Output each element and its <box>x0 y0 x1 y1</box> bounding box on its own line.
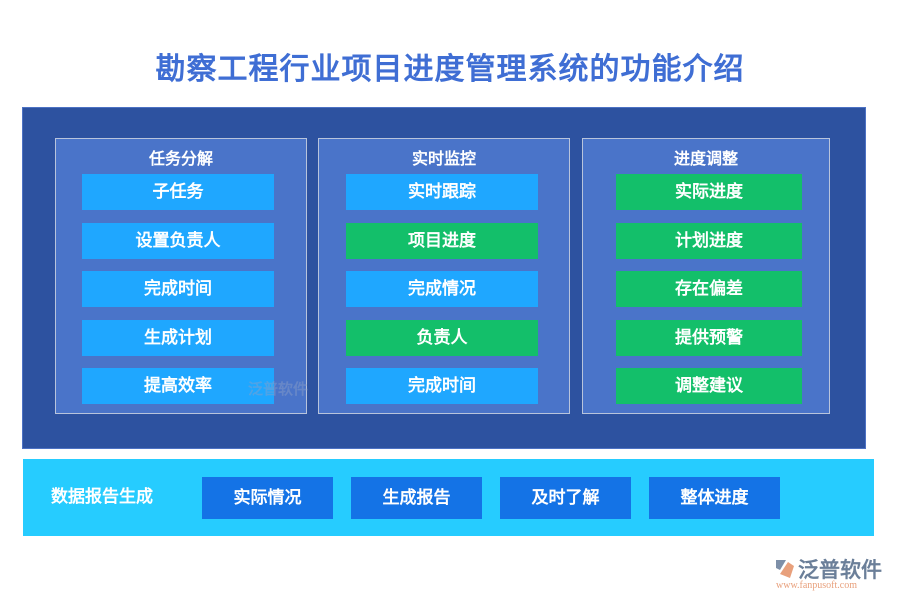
report-button-timely[interactable]: 及时了解 <box>500 477 631 519</box>
report-label: 数据报告生成 <box>51 487 153 507</box>
column-2: 实时监控实时跟踪项目进度完成情况负责人完成时间 <box>318 138 570 414</box>
report-band: 数据报告生成 实际情况 生成报告 及时了解 整体进度 <box>23 459 874 536</box>
column-1: 任务分解子任务设置负责人完成时间生成计划提高效率 <box>55 138 307 414</box>
function-item[interactable]: 存在偏差 <box>616 271 802 307</box>
column-title: 任务分解 <box>148 149 213 168</box>
logo-mark-icon <box>776 560 794 578</box>
function-item[interactable]: 完成情况 <box>346 271 538 307</box>
function-item[interactable]: 项目进度 <box>346 223 538 259</box>
function-item[interactable]: 提高效率 <box>82 368 274 404</box>
report-button-generate[interactable]: 生成报告 <box>351 477 482 519</box>
report-button-actual[interactable]: 实际情况 <box>202 477 333 519</box>
function-item[interactable]: 调整建议 <box>616 368 802 404</box>
column-3: 进度调整实际进度计划进度存在偏差提供预警调整建议 <box>582 138 830 414</box>
function-item[interactable]: 子任务 <box>82 174 274 210</box>
page-title: 勘察工程行业项目进度管理系统的功能介绍 <box>155 52 745 87</box>
report-button-overall[interactable]: 整体进度 <box>649 477 780 519</box>
column-title: 实时监控 <box>411 149 476 168</box>
function-item[interactable]: 设置负责人 <box>82 223 274 259</box>
function-item[interactable]: 实际进度 <box>616 174 802 210</box>
function-item[interactable]: 实时跟踪 <box>346 174 538 210</box>
function-item[interactable]: 生成计划 <box>82 320 274 356</box>
function-item[interactable]: 完成时间 <box>82 271 274 307</box>
logo-url: www.fanpusoft.com <box>776 580 858 591</box>
function-item[interactable]: 提供预警 <box>616 320 802 356</box>
watermark: 泛普软件 <box>248 380 309 398</box>
function-item[interactable]: 计划进度 <box>616 223 802 259</box>
column-title: 进度调整 <box>673 149 738 168</box>
function-item[interactable]: 负责人 <box>346 320 538 356</box>
function-item[interactable]: 完成时间 <box>346 368 538 404</box>
